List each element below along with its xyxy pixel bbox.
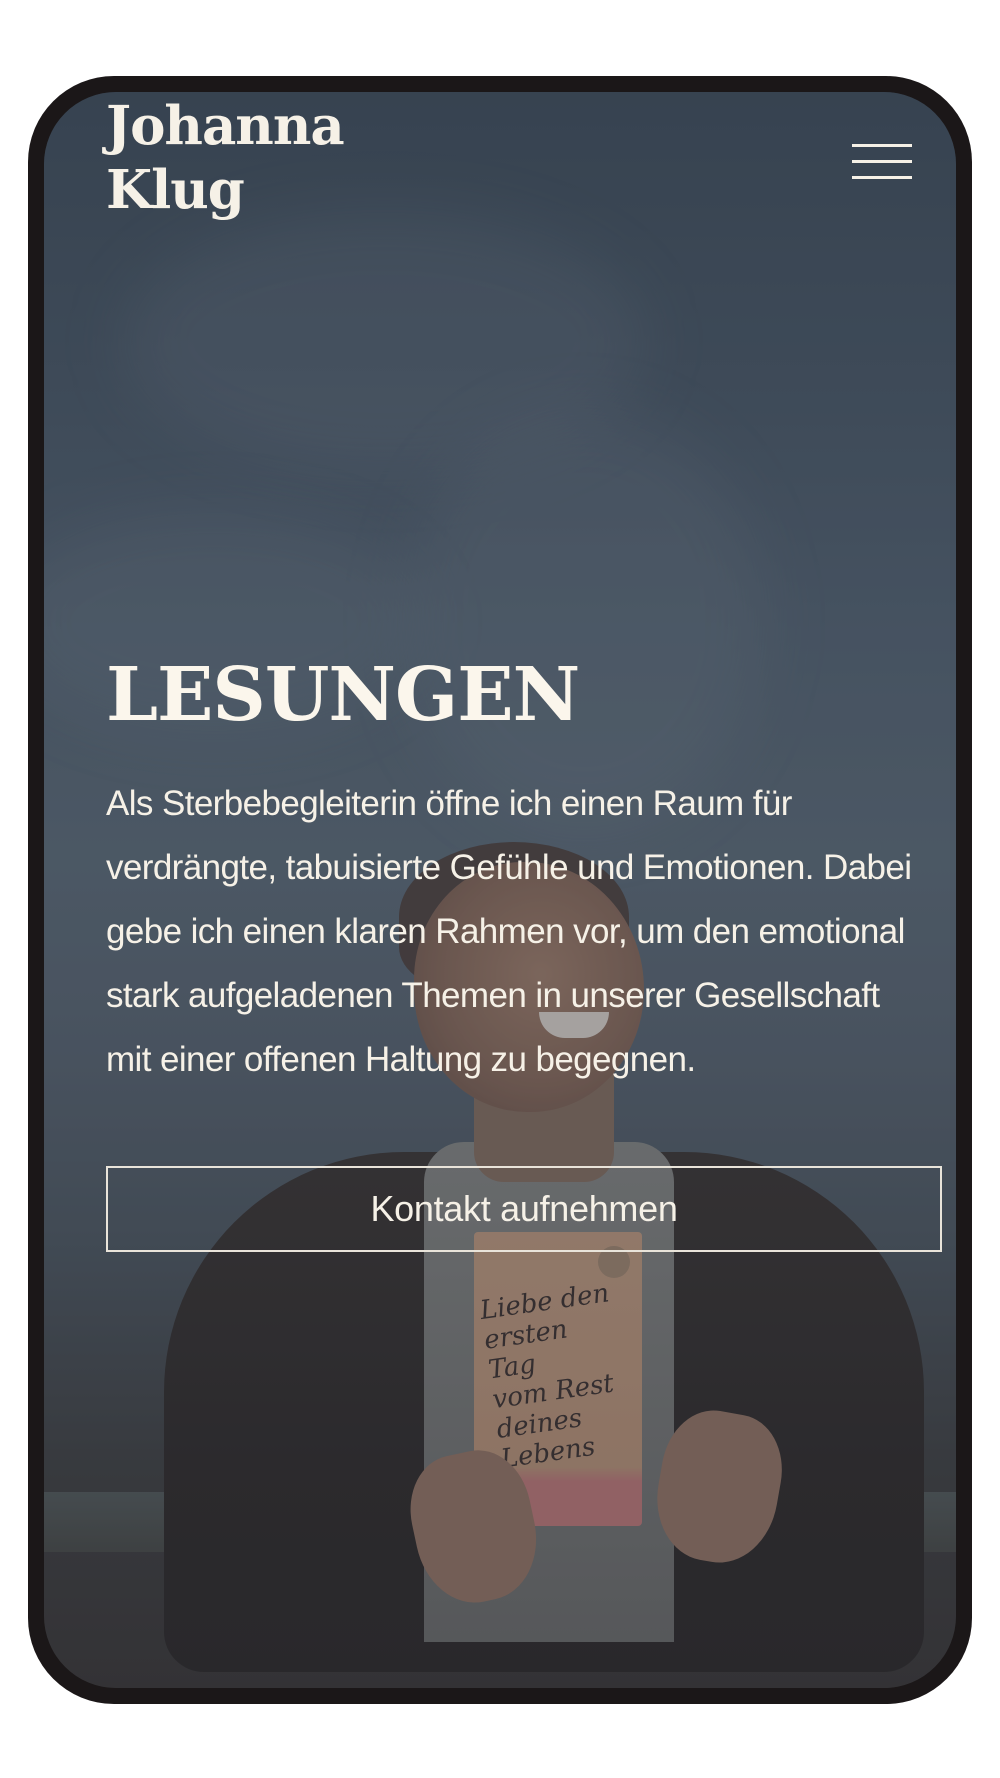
phone-frame: Liebe den ersten Tag vom Rest deines Leb… <box>28 76 972 1704</box>
screen: Liebe den ersten Tag vom Rest deines Leb… <box>44 92 956 1688</box>
menu-line <box>852 160 912 163</box>
contact-button[interactable]: Kontakt aufnehmen <box>106 1166 942 1252</box>
menu-line <box>852 176 912 179</box>
brand-logo[interactable]: Johanna Klug <box>106 94 345 222</box>
brand-name-first: Johanna <box>106 95 345 157</box>
hero-description: Als Sterbebegleiterin öffne ich einen Ra… <box>106 784 912 1079</box>
page-title: LESUNGEN <box>106 652 580 738</box>
hamburger-menu-icon[interactable] <box>852 140 916 186</box>
menu-line <box>852 144 912 147</box>
brand-name-last: Klug <box>106 159 245 221</box>
